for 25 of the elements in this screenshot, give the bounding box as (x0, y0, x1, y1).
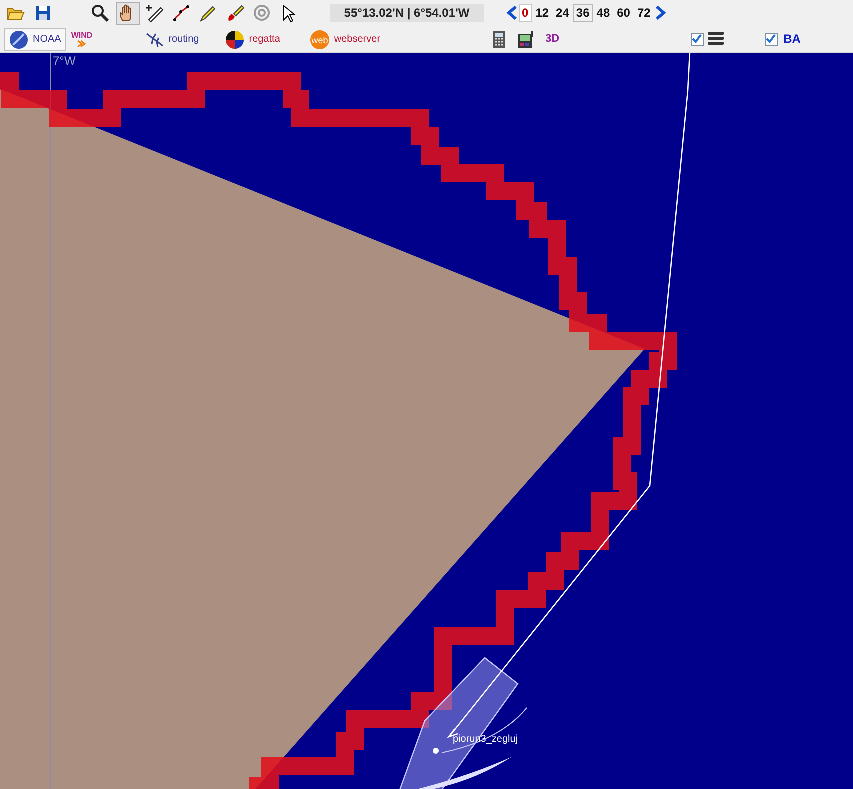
module-button[interactable]: NOAA (4, 28, 66, 50)
double-chevron-icon (77, 40, 87, 48)
coordinates-display: 55°13.02'N | 6°54.01'W (330, 4, 484, 22)
forecast-hour-button[interactable]: 72 (634, 4, 654, 22)
globe-icon (9, 30, 29, 48)
checkbox[interactable] (764, 32, 778, 46)
handheld-device-icon[interactable] (516, 30, 536, 48)
web-logo-icon: web (310, 30, 330, 48)
forecast-hour-button[interactable]: 12 (532, 4, 552, 22)
grid-label: 7°W (53, 54, 76, 68)
forecast-hour-button[interactable]: 0 (519, 4, 532, 22)
module-button[interactable]: routing (140, 28, 204, 50)
module-button[interactable]: web webserver (305, 28, 386, 50)
module-button[interactable]: regatta (220, 28, 286, 50)
color-wheel-icon (225, 30, 246, 48)
checkbox[interactable] (690, 32, 704, 46)
checkbox-label: BA (784, 32, 801, 46)
3d-view-button[interactable]: 3D (542, 33, 564, 45)
forecast-hour-button[interactable]: 60 (614, 4, 634, 22)
boat-marker (433, 748, 439, 754)
forecast-hour-button[interactable]: 48 (594, 4, 614, 22)
forecast-hour-button[interactable]: 36 (573, 4, 593, 22)
wind-logo-button[interactable]: WIND (68, 30, 96, 48)
search-icon[interactable] (91, 4, 111, 22)
forecast-hour-button[interactable]: 24 (553, 4, 572, 22)
